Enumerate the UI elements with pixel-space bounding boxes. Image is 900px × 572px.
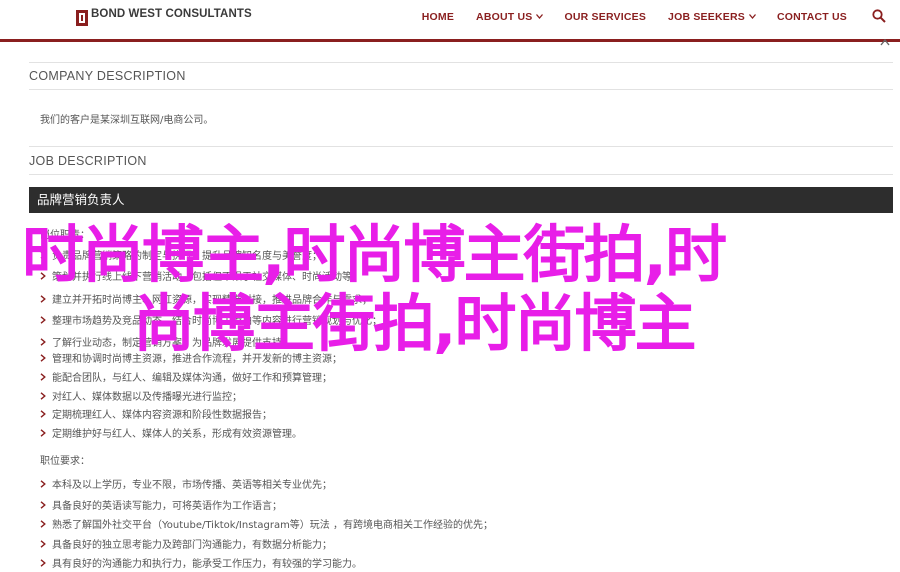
requirements-label: 职位要求： — [40, 456, 90, 467]
list-item: 定期维护好与红人、媒体人的关系，形成有效资源管理。 — [40, 425, 302, 440]
chevron-up-icon — [880, 38, 890, 46]
chevron-right-icon — [40, 428, 48, 437]
chevron-right-icon — [40, 479, 48, 488]
duty-text: 能配合团队，与红人、编辑及媒体沟通，做好工作和预算管理； — [52, 373, 332, 384]
overlay-headline-line-1: 时尚博主,时尚博主街拍,时 — [22, 218, 727, 291]
logo-name: BOND WEST CONSULTANTS — [91, 8, 252, 20]
site-header: BOND WEST CONSULTANTS HOME ABOUT US OUR … — [0, 0, 900, 42]
site-logo[interactable]: BOND WEST CONSULTANTS — [76, 8, 252, 26]
nav-about-us-label: ABOUT US — [476, 11, 533, 23]
list-item: 具备良好的独立思考能力及跨部门沟通能力，有数据分析能力； — [40, 536, 332, 551]
nav-our-services[interactable]: OUR SERVICES — [553, 11, 657, 23]
job-description-title: JOB DESCRIPTION — [29, 154, 147, 168]
list-item: 具有良好的沟通能力和执行力，能承受工作压力，有较强的学习能力。 — [40, 555, 362, 570]
nav-home-label: HOME — [421, 11, 455, 23]
chevron-right-icon — [40, 315, 48, 324]
search-button[interactable] — [864, 2, 894, 32]
chevron-down-icon — [536, 14, 544, 20]
chevron-right-icon — [40, 519, 48, 528]
chevron-right-icon — [40, 372, 48, 381]
chevron-right-icon — [40, 539, 48, 548]
list-item: 对红人、媒体数据以及传播曝光进行监控； — [40, 388, 242, 403]
chevron-right-icon — [40, 353, 48, 362]
chevron-right-icon — [40, 294, 48, 303]
chevron-right-icon — [40, 500, 48, 509]
list-item: 定期梳理红人、媒体内容资源和阶段性数据报告； — [40, 406, 272, 421]
divider — [29, 89, 893, 90]
search-icon — [872, 8, 886, 27]
overlay-headline-line-2: 尚博主街拍,时尚博主 — [133, 287, 697, 360]
divider — [29, 146, 893, 147]
nav-home[interactable]: HOME — [411, 11, 465, 23]
nav-contact-us[interactable]: CONTACT US — [766, 11, 858, 23]
divider — [29, 174, 893, 175]
requirement-text: 本科及以上学历，专业不限，市场传播、英语等相关专业优先； — [52, 480, 332, 491]
nav-job-seekers[interactable]: JOB SEEKERS — [657, 11, 766, 23]
duty-text: 对红人、媒体数据以及传播曝光进行监控； — [52, 392, 242, 403]
list-item: 本科及以上学历，专业不限，市场传播、英语等相关专业优先； — [40, 476, 332, 491]
nav-job-seekers-label: JOB SEEKERS — [668, 11, 745, 23]
logo-icon — [76, 10, 88, 26]
nav-our-services-label: OUR SERVICES — [564, 11, 647, 23]
chevron-right-icon — [40, 391, 48, 400]
requirement-text: 熟悉了解国外社交平台（Youtube/Tiktok/Instagram等）玩法 … — [52, 520, 493, 531]
requirement-text: 具备良好的英语读写能力，可将英语作为工作语言； — [52, 501, 282, 512]
list-item: 能配合团队，与红人、编辑及媒体沟通，做好工作和预算管理； — [40, 369, 332, 384]
company-description-title: COMPANY DESCRIPTION — [29, 69, 186, 83]
nav-contact-us-label: CONTACT US — [776, 11, 847, 23]
nav-about-us[interactable]: ABOUT US — [465, 11, 553, 23]
requirement-text: 具有良好的沟通能力和执行力，能承受工作压力，有较强的学习能力。 — [52, 559, 362, 570]
chevron-right-icon — [40, 558, 48, 567]
position-title-bar: 品牌营销负责人 — [29, 187, 893, 213]
duty-text: 定期梳理红人、媒体内容资源和阶段性数据报告； — [52, 410, 272, 421]
duty-text: 定期维护好与红人、媒体人的关系，形成有效资源管理。 — [52, 429, 302, 440]
chevron-down-icon — [748, 14, 756, 20]
chevron-right-icon — [40, 409, 48, 418]
company-description-text: 我们的客户是某深圳互联网/电商公司。 — [40, 115, 214, 126]
main-nav: HOME ABOUT US OUR SERVICES JOB SEEKERS C… — [411, 0, 900, 34]
collapse-header-button[interactable] — [880, 38, 890, 48]
chevron-right-icon — [40, 337, 48, 346]
list-item: 熟悉了解国外社交平台（Youtube/Tiktok/Instagram等）玩法 … — [40, 516, 493, 531]
requirement-text: 具备良好的独立思考能力及跨部门沟通能力，有数据分析能力； — [52, 540, 332, 551]
list-item: 具备良好的英语读写能力，可将英语作为工作语言； — [40, 497, 282, 512]
divider — [29, 62, 893, 63]
